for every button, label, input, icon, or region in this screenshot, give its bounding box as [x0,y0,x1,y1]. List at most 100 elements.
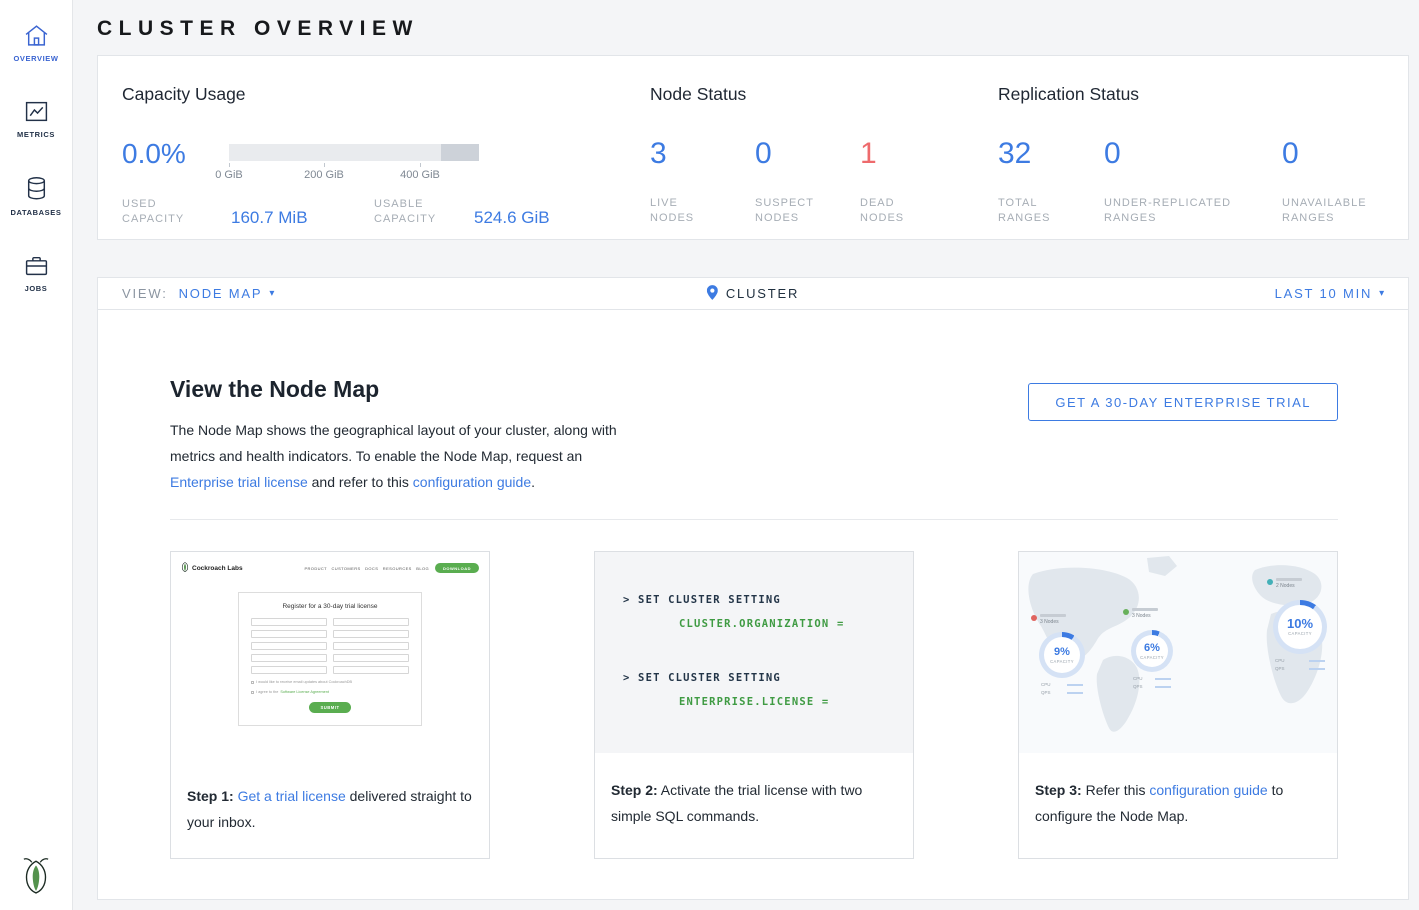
unavailable-ranges-label: UNAVAILABLE RANGES [1282,196,1377,226]
step2-caption: Step 2: Activate the trial license with … [595,753,913,829]
view-selector-dropdown[interactable]: NODE MAP [179,286,277,301]
usable-capacity-value: 524.6 GiB [474,209,550,227]
enterprise-trial-button[interactable]: GET A 30-DAY ENTERPRISE TRIAL [1028,383,1338,421]
mini-input [333,642,409,650]
mini-cockroach-logo-icon [181,559,189,577]
description-text: and refer to this [308,474,413,490]
chevron-down-icon [269,289,276,299]
sidebar-item-metrics[interactable]: METRICS [0,88,72,149]
chevron-down-icon [1379,289,1386,299]
dead-nodes-label: DEAD NODES [860,196,910,226]
used-capacity-value: 160.7 MiB [231,209,374,227]
step3-caption: Step 3: Refer this configuration guide t… [1019,753,1337,829]
description-text: The Node Map shows the geographical layo… [170,422,617,464]
database-icon [25,176,48,201]
mini-submit-button: SUBMIT [309,702,351,713]
suspect-nodes-value: 0 [755,136,860,172]
sidebar-item-overview[interactable]: OVERVIEW [0,12,72,73]
axis-tick-label: 200 GiB [304,169,344,181]
step1-card: Cockroach Labs PRODUCT CUSTOMERS DOCS RE… [170,551,490,859]
enterprise-trial-license-link[interactable]: Enterprise trial license [170,474,308,490]
sidebar-item-databases[interactable]: DATABASES [0,164,72,227]
mini-site-brand: Cockroach Labs [192,565,243,572]
total-ranges-stat: 32 TOTAL RANGES [998,136,1104,226]
node-locality-label: 2 Nodes [1267,578,1302,589]
suspect-nodes-label: SUSPECT NODES [755,196,817,226]
locality-dot-icon [1031,615,1037,621]
mini-site-header: Cockroach Labs PRODUCT CUSTOMERS DOCS RE… [171,556,489,580]
configuration-guide-link[interactable]: configuration guide [1149,782,1267,798]
live-nodes-stat: 3 LIVE NODES [650,136,755,226]
replication-status-section: Replication Status 32 TOTAL RANGES 0 UND… [998,84,1408,225]
sql-command: > SET CLUSTER SETTING [623,592,913,608]
description-text: . [531,474,535,490]
capacity-gauge: 6% CAPACITY CPU QPS [1131,630,1173,689]
step3-node-map-preview: 3 Nodes 3 Nodes 2 Nodes [1019,552,1337,753]
used-capacity-label: USED CAPACITY [122,197,231,227]
capacity-usage-section: Capacity Usage 0.0% 0 GiB 200 GiB 400 Gi… [122,84,650,225]
get-trial-license-link[interactable]: Get a trial license [238,788,346,804]
mini-input [333,618,409,626]
checkbox-icon [251,691,254,694]
step3-text: Refer this [1082,782,1150,798]
sidebar-item-label: METRICS [17,130,55,139]
mini-input [251,630,327,638]
unavailable-ranges-stat: 0 UNAVAILABLE RANGES [1282,136,1377,226]
node-map-panel: View the Node Map GET A 30-DAY ENTERPRIS… [97,310,1409,900]
main-content: CLUSTER OVERVIEW Capacity Usage 0.0% 0 G… [73,0,1419,910]
under-replicated-ranges-label: UNDER-REPLICATED RANGES [1104,196,1239,226]
capacity-gauge: 9% CAPACITY CPU QPS [1039,632,1085,695]
usable-capacity-label: USABLE CAPACITY [374,197,474,227]
checkbox-icon [251,681,254,684]
step2-label: Step 2: [611,782,658,798]
mini-checkbox-row: I would like to receive email updates ab… [251,680,409,684]
metric-bar [1067,692,1083,694]
cluster-summary-card: Capacity Usage 0.0% 0 GiB 200 GiB 400 Gi… [97,55,1409,240]
metric-bar [1309,668,1325,670]
step2-code-block: > SET CLUSTER SETTING CLUSTER.ORGANIZATI… [595,552,913,753]
mini-input [333,654,409,662]
mini-download-button: DOWNLOAD [435,563,479,573]
capacity-bar-track [229,144,479,161]
breadcrumb-cluster[interactable]: CLUSTER [707,285,799,303]
time-range-dropdown[interactable]: LAST 10 MIN [1275,286,1408,301]
node-locality-label: 3 Nodes [1123,608,1158,619]
sidebar-item-jobs[interactable]: JOBS [0,242,72,303]
mini-input [251,642,327,650]
step3-card: 3 Nodes 3 Nodes 2 Nodes [1018,551,1338,859]
metrics-icon [24,100,49,123]
locality-dot-icon [1123,609,1129,615]
app: OVERVIEW METRICS DATABAS [0,0,1419,910]
cockroachdb-logo[interactable] [0,856,72,894]
step1-screenshot: Cockroach Labs PRODUCT CUSTOMERS DOCS RE… [171,552,489,759]
replication-status-title: Replication Status [998,84,1408,104]
node-locality-label: 3 Nodes [1031,614,1066,625]
axis-tick-label: 0 GiB [215,169,243,181]
sql-setting: CLUSTER.ORGANIZATION = [679,616,913,632]
dead-nodes-value: 1 [860,136,965,172]
briefcase-icon [24,254,49,277]
capacity-usage-title: Capacity Usage [122,84,650,104]
axis-tick [324,163,325,167]
mini-input [333,666,409,674]
total-ranges-label: TOTAL RANGES [998,196,1056,226]
locality-name-placeholder [1132,608,1158,611]
capacity-bar: 0 GiB 200 GiB 400 GiB [229,136,479,185]
axis-tick [229,163,230,167]
sidebar: OVERVIEW METRICS DATABAS [0,0,73,910]
mini-site-nav: PRODUCT CUSTOMERS DOCS RESOURCES BLOG [304,566,429,571]
steps-row: Cockroach Labs PRODUCT CUSTOMERS DOCS RE… [170,551,1338,859]
view-label: VIEW: [122,286,168,301]
configuration-guide-link[interactable]: configuration guide [413,474,531,490]
dead-nodes-stat: 1 DEAD NODES [860,136,965,226]
sidebar-item-label: JOBS [25,284,48,293]
metric-bar [1309,660,1325,662]
unavailable-ranges-value: 0 [1282,136,1377,172]
mini-form-fields [251,618,409,674]
mini-checkbox-row: I agree to the Software License Agreemen… [251,690,409,694]
under-replicated-ranges-value: 0 [1104,136,1282,172]
location-pin-icon [707,285,718,303]
sidebar-item-label: DATABASES [11,208,62,217]
mini-input [251,654,327,662]
metric-bar [1155,686,1171,688]
